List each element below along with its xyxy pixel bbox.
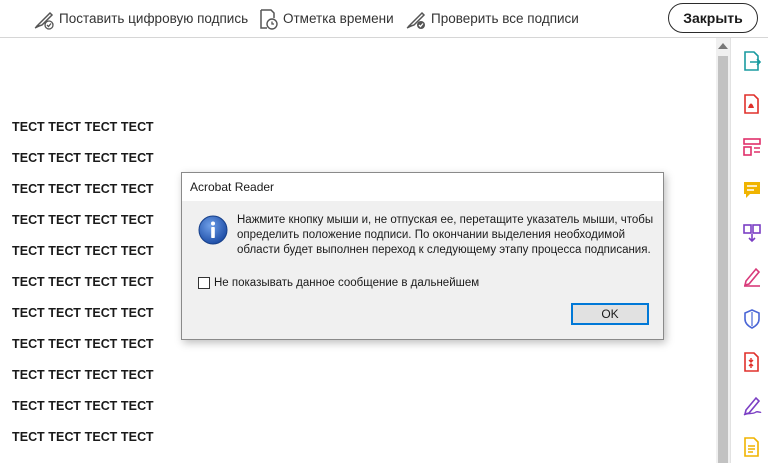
vertical-scrollbar[interactable] [716,38,730,463]
scroll-thumb[interactable] [718,56,728,463]
document-line: ТЕСТ ТЕСТ ТЕСТ ТЕСТ [12,213,154,227]
signature-toolbar: Поставить цифровую подпись Отметка време… [0,0,768,38]
scroll-up-arrow-icon[interactable] [718,43,728,49]
create-pdf-icon[interactable] [741,93,763,115]
more-tools-icon[interactable] [741,436,763,458]
document-line: ТЕСТ ТЕСТ ТЕСТ ТЕСТ [12,182,154,196]
dialog-message: Нажмите кнопку мыши и, не отпуская ее, п… [237,214,654,256]
protect-icon[interactable] [741,308,763,330]
document-line: ТЕСТ ТЕСТ ТЕСТ ТЕСТ [12,306,154,320]
export-pdf-icon[interactable] [741,50,763,72]
request-signature-icon[interactable] [741,394,763,416]
document-line: ТЕСТ ТЕСТ ТЕСТ ТЕСТ [12,244,154,258]
tools-pane [730,38,768,463]
timestamp-icon [260,8,278,30]
info-icon [198,215,228,245]
place-signature-button[interactable]: Поставить цифровую подпись [32,0,248,37]
fill-sign-icon[interactable] [741,265,763,287]
dialog-title: Acrobat Reader [182,173,663,201]
document-line: ТЕСТ ТЕСТ ТЕСТ ТЕСТ [12,120,154,134]
verify-signatures-button[interactable]: Проверить все подписи [404,0,579,37]
document-line: ТЕСТ ТЕСТ ТЕСТ ТЕСТ [12,275,154,289]
document-line: ТЕСТ ТЕСТ ТЕСТ ТЕСТ [12,399,154,413]
info-dialog: Acrobat Reader Нажмите кнопку мыши и, не… [181,172,664,340]
edit-pdf-icon[interactable] [741,136,763,158]
timestamp-label: Отметка времени [283,11,394,26]
timestamp-button[interactable]: Отметка времени [256,0,394,37]
document-line: ТЕСТ ТЕСТ ТЕСТ ТЕСТ [12,368,154,382]
dont-show-again-row[interactable]: Не показывать данное сообщение в дальней… [198,277,479,289]
dont-show-again-label[interactable]: Не показывать данное сообщение в дальней… [214,277,479,289]
dont-show-again-checkbox[interactable] [198,277,210,289]
verify-signature-icon [406,11,426,29]
document-line: ТЕСТ ТЕСТ ТЕСТ ТЕСТ [12,430,154,444]
close-button[interactable]: Закрыть [668,3,758,33]
ok-button[interactable]: OK [571,303,649,325]
document-line: ТЕСТ ТЕСТ ТЕСТ ТЕСТ [12,337,154,351]
place-signature-label: Поставить цифровую подпись [59,11,249,26]
pen-sign-icon [34,11,54,30]
verify-signatures-label: Проверить все подписи [431,11,579,26]
combine-files-icon[interactable] [741,222,763,244]
comment-icon[interactable] [741,179,763,201]
compress-pdf-icon[interactable] [741,351,763,373]
document-line: ТЕСТ ТЕСТ ТЕСТ ТЕСТ [12,151,154,165]
